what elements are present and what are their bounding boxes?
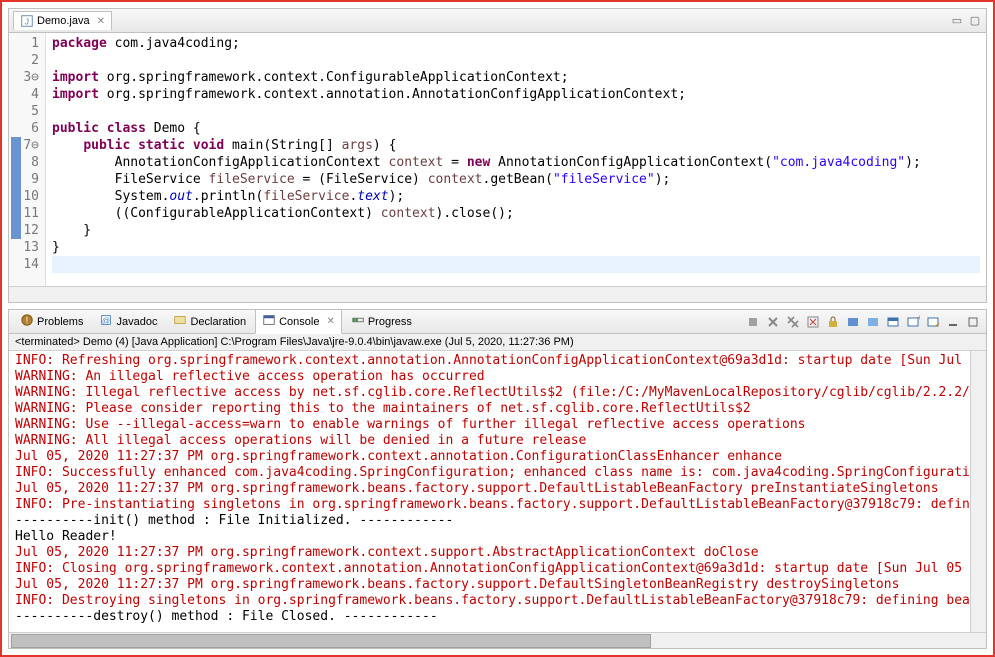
- view-tab-label: Progress: [368, 316, 412, 328]
- console-icon: [262, 313, 276, 330]
- console-horizontal-scrollbar[interactable]: [9, 632, 986, 648]
- editor-panel: J Demo.java ✕ ▭ ▢ 1 2 3⊖ 4 5 6 7⊖ 8 9 10…: [8, 8, 987, 303]
- editor-tab-bar: J Demo.java ✕ ▭ ▢: [9, 9, 986, 33]
- open-console-icon[interactable]: [924, 313, 942, 331]
- svg-text:J: J: [25, 18, 29, 27]
- new-console-icon[interactable]: +: [904, 313, 922, 331]
- scroll-lock-icon[interactable]: [824, 313, 842, 331]
- close-icon[interactable]: ✕: [97, 16, 105, 27]
- javadoc-icon: @: [99, 313, 113, 330]
- problems-icon: !: [20, 313, 34, 330]
- line-gutter: 1 2 3⊖ 4 5 6 7⊖ 8 9 10 11 12 13 14: [9, 33, 46, 286]
- maximize-icon[interactable]: ▢: [968, 14, 982, 28]
- view-tab-label: Javadoc: [116, 316, 157, 328]
- console-vertical-scrollbar[interactable]: [970, 351, 986, 632]
- svg-text:!: !: [26, 316, 28, 326]
- remove-icon[interactable]: [764, 313, 782, 331]
- editor-tab-demo[interactable]: J Demo.java ✕: [13, 11, 112, 30]
- close-icon[interactable]: ✕: [326, 316, 334, 327]
- console-header: <terminated> Demo (4) [Java Application]…: [9, 334, 986, 351]
- display-icon[interactable]: [884, 313, 902, 331]
- minimize-icon[interactable]: [944, 313, 962, 331]
- ide-frame: J Demo.java ✕ ▭ ▢ 1 2 3⊖ 4 5 6 7⊖ 8 9 10…: [0, 0, 995, 657]
- maximize-icon[interactable]: [964, 313, 982, 331]
- minimize-icon[interactable]: ▭: [950, 14, 964, 28]
- code-area[interactable]: 1 2 3⊖ 4 5 6 7⊖ 8 9 10 11 12 13 14 packa…: [9, 33, 986, 286]
- view-tab-label: Problems: [37, 316, 83, 328]
- terminate-icon[interactable]: [744, 313, 762, 331]
- console-output[interactable]: INFO: Refreshing org.springframework.con…: [9, 351, 970, 632]
- pin-icon[interactable]: [864, 313, 882, 331]
- word-wrap-icon[interactable]: [844, 313, 862, 331]
- svg-text:@: @: [102, 317, 110, 326]
- progress-icon: [351, 313, 365, 330]
- view-tab-label: Declaration: [190, 316, 246, 328]
- bottom-panel: ! Problems @ Javadoc Declaration Console ✕ Prog…: [8, 309, 987, 649]
- editor-horizontal-scrollbar[interactable]: [9, 286, 986, 302]
- view-tab-problems[interactable]: ! Problems: [13, 309, 90, 334]
- view-tab-bar: ! Problems @ Javadoc Declaration Console ✕ Prog…: [9, 310, 986, 334]
- view-tab-javadoc[interactable]: @ Javadoc: [92, 309, 164, 334]
- view-tab-console[interactable]: Console ✕: [255, 309, 342, 334]
- console-toolbar: +: [744, 313, 982, 331]
- editor-tab-label: Demo.java: [37, 15, 90, 27]
- remove-all-icon[interactable]: [784, 313, 802, 331]
- view-tab-progress[interactable]: Progress: [344, 309, 419, 334]
- scrollbar-thumb[interactable]: [11, 634, 651, 648]
- clear-icon[interactable]: [804, 313, 822, 331]
- java-file-icon: J: [20, 14, 34, 28]
- code-lines[interactable]: package com.java4coding; import org.spri…: [46, 33, 986, 286]
- declaration-icon: [173, 313, 187, 330]
- svg-text:+: +: [917, 315, 920, 322]
- view-tab-label: Console: [279, 316, 319, 328]
- view-tab-declaration[interactable]: Declaration: [166, 309, 253, 334]
